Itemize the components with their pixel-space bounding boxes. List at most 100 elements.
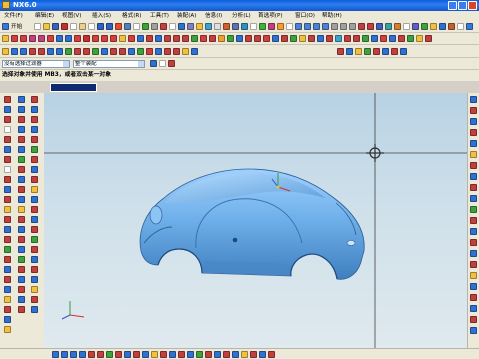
edge-blend-icon[interactable] [358,23,365,30]
sphere-icon[interactable] [322,23,329,30]
bottom-tool-11-icon[interactable] [142,351,149,358]
left-tool-11-icon[interactable] [4,196,11,203]
slope-icon[interactable] [380,35,387,42]
left-tool-49-icon[interactable] [31,116,38,123]
swept-icon[interactable] [155,35,162,42]
check-icon[interactable] [407,35,414,42]
left-tool-51-icon[interactable] [31,136,38,143]
change-stiffness-icon[interactable] [290,35,297,42]
chevron-down-icon[interactable] [138,61,144,67]
n-sided-surface-icon[interactable] [164,35,171,42]
studio-render-icon[interactable] [373,48,380,55]
toolbar-options-icon[interactable] [466,23,473,30]
left-tool-28-icon[interactable] [18,126,25,133]
view-iso-icon[interactable] [79,351,86,358]
quick-pick-icon[interactable] [168,60,175,67]
right-tool-9-icon[interactable] [470,184,477,191]
left-tool-59-icon[interactable] [31,216,38,223]
left-tool-55-icon[interactable] [31,176,38,183]
offset-face-icon[interactable] [421,23,428,30]
extension-icon[interactable] [209,35,216,42]
start-icon[interactable] [2,23,9,30]
left-tool-44-icon[interactable] [18,286,25,293]
show-icon[interactable] [214,23,221,30]
left-tool-35-icon[interactable] [18,196,25,203]
left-tool-22-icon[interactable] [4,306,11,313]
right-tool-13-icon[interactable] [470,228,477,235]
right-tool-4-icon[interactable] [470,129,477,136]
save-icon[interactable] [52,23,59,30]
bottom-tool-23-icon[interactable] [250,351,257,358]
start-button[interactable]: 开始 [11,23,22,31]
shell-icon[interactable] [376,23,383,30]
trim-body-icon[interactable] [403,23,410,30]
subtract-icon[interactable] [340,23,347,30]
right-tool-5-icon[interactable] [470,140,477,147]
minimize-button[interactable] [448,1,457,10]
left-tool-61-icon[interactable] [31,236,38,243]
menu-format[interactable]: 格式(R) [122,12,141,20]
open-icon[interactable] [43,23,50,30]
delete-icon[interactable] [88,23,95,30]
lighting-icon[interactable] [346,48,353,55]
spline-icon[interactable] [47,35,54,42]
hide-icon[interactable] [205,23,212,30]
left-tool-36-icon[interactable] [18,206,25,213]
thread-icon[interactable] [182,48,189,55]
left-tool-68-icon[interactable] [31,306,38,313]
scale-icon[interactable] [457,23,464,30]
background-icon[interactable] [364,48,371,55]
more-icon[interactable] [425,35,432,42]
studio-surface-icon[interactable] [191,35,198,42]
selection-scope-dropdown[interactable]: 整个装配 [73,60,145,68]
left-tool-24-icon[interactable] [4,326,11,333]
left-tool-41-icon[interactable] [18,256,25,263]
draft-icon[interactable] [448,23,455,30]
bottom-tool-15-icon[interactable] [178,351,185,358]
mass-icon[interactable] [398,35,405,42]
ruled-icon[interactable] [182,35,189,42]
left-tool-65-icon[interactable] [31,276,38,283]
right-tool-16-icon[interactable] [470,261,477,268]
right-tool-17-icon[interactable] [470,272,477,279]
menu-edit[interactable]: 编辑(E) [35,12,54,20]
undo-icon[interactable] [97,23,104,30]
helix-icon[interactable] [74,35,81,42]
trim-sheet-icon[interactable] [227,35,234,42]
left-tool-58-icon[interactable] [31,206,38,213]
image-icon[interactable] [382,48,389,55]
measure-icon[interactable] [232,23,239,30]
right-tool-3-icon[interactable] [470,118,477,125]
cylinder-icon[interactable] [304,23,311,30]
bottom-tool-8-icon[interactable] [115,351,122,358]
maximize-button[interactable] [458,1,467,10]
graphics-window-tab[interactable] [50,83,97,92]
snap-point-icon[interactable] [159,60,166,67]
display-icon[interactable] [400,48,407,55]
emboss-icon[interactable] [146,48,153,55]
left-tool-18-icon[interactable] [4,266,11,273]
view-front-icon[interactable] [52,351,59,358]
left-tool-42-icon[interactable] [18,266,25,273]
left-tool-53-icon[interactable] [31,156,38,163]
pattern-icon[interactable] [385,23,392,30]
through-curves-icon[interactable] [137,35,144,42]
bottom-tool-17-icon[interactable] [196,351,203,358]
groove-icon[interactable] [173,48,180,55]
bottom-tool-24-icon[interactable] [259,351,266,358]
i-form-icon[interactable] [245,35,252,42]
bridge-curve-icon[interactable] [110,35,117,42]
menu-insert[interactable]: 插入(S) [92,12,111,20]
bottom-tool-16-icon[interactable] [187,351,194,358]
bottom-tool-13-icon[interactable] [160,351,167,358]
left-tool-8-icon[interactable] [4,166,11,173]
new-icon[interactable] [34,23,41,30]
shaded-icon[interactable] [178,23,185,30]
left-tool-62-icon[interactable] [31,246,38,253]
sketch-circle-icon[interactable] [38,48,45,55]
right-tool-15-icon[interactable] [470,250,477,257]
left-tool-31-icon[interactable] [18,156,25,163]
copy-icon[interactable] [70,23,77,30]
trim-curve-icon[interactable] [128,35,135,42]
left-tool-20-icon[interactable] [4,286,11,293]
